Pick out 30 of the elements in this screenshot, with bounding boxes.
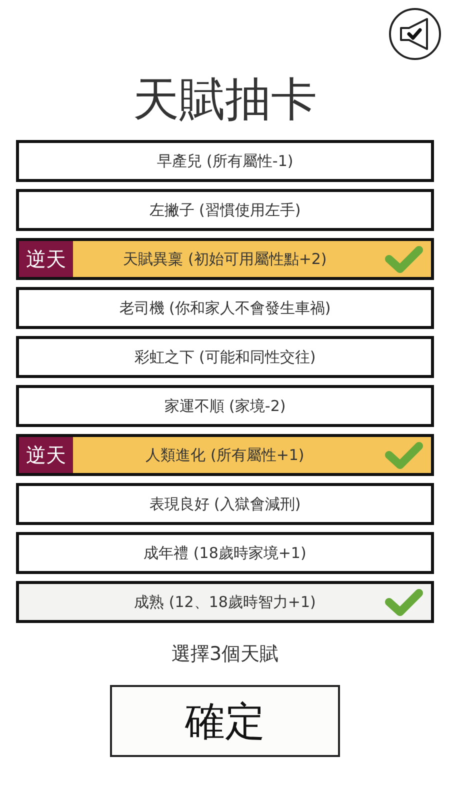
talent-card[interactable]: 老司機 (你和家人不會發生車禍) [16,287,434,329]
talent-card[interactable]: 家運不順 (家境-2) [16,385,434,427]
talent-name: 早產兒 (所有屬性-1) [156,152,294,170]
check-icon [384,587,424,617]
talent-name: 彩虹之下 (可能和同性交往) [133,348,317,366]
talent-name: 左撇子 (習慣使用左手) [148,200,302,220]
check-icon [384,440,424,470]
talent-card[interactable]: 成熟 (12、18歲時智力+1) [16,581,434,623]
talent-name: 人類進化 (所有屬性+1) [144,446,306,464]
tier-badge: 逆天 [19,241,73,277]
talent-name: 成熟 (12、18歲時智力+1) [133,592,317,612]
talent-name: 天賦異稟 (初始可用屬性點+2) [122,250,328,268]
check-icon [384,244,424,274]
talent-name: 老司機 (你和家人不會發生車禍) [118,298,332,318]
talent-card[interactable]: 彩虹之下 (可能和同性交往) [16,336,434,378]
speaker-icon [399,17,431,51]
selection-hint: 選擇3個天賦 [171,642,279,667]
sound-button[interactable] [389,8,441,60]
talent-card[interactable]: 表現良好 (入獄會減刑) [16,483,434,525]
talent-name: 成年禮 (18歲時家境+1) [142,544,308,562]
talent-name: 表現良好 (入獄會減刑) [148,494,302,514]
talent-card[interactable]: 成年禮 (18歲時家境+1) [16,532,434,574]
page-title: 天賦抽卡 [133,76,317,122]
tier-badge: 逆天 [19,437,73,473]
confirm-button[interactable]: 確定 [110,685,340,757]
talent-card[interactable]: 逆天 天賦異稟 (初始可用屬性點+2) [16,238,434,280]
talent-card[interactable]: 早產兒 (所有屬性-1) [16,140,434,182]
talent-card[interactable]: 左撇子 (習慣使用左手) [16,189,434,231]
talent-name: 家運不順 (家境-2) [163,396,287,416]
talent-card[interactable]: 逆天 人類進化 (所有屬性+1) [16,434,434,476]
